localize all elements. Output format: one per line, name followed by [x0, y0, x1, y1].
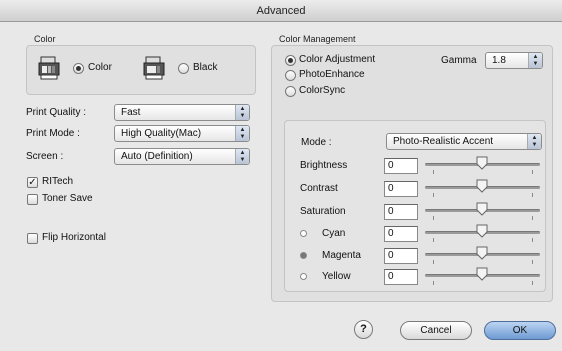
brightness-field[interactable]: 0	[384, 158, 418, 174]
slider-tick	[433, 170, 434, 174]
color-group-label: Color	[34, 34, 56, 44]
printer-black-icon	[143, 56, 165, 80]
gamma-popup[interactable]: 1.8 ▲ ▼	[485, 52, 543, 69]
ritech-label: RITech	[42, 176, 74, 187]
mode-value: Photo-Realistic Accent	[393, 136, 494, 147]
color-management-label: Color Management	[279, 34, 356, 44]
slider-tick	[433, 260, 434, 264]
slider-tick	[532, 170, 533, 174]
color-group-box	[26, 45, 256, 95]
yellow-dot-icon	[300, 273, 307, 280]
mode-popup[interactable]: Photo-Realistic Accent ▲ ▼	[386, 133, 542, 150]
photoenhance-label: PhotoEnhance	[299, 69, 365, 80]
popup-arrows-icon: ▲ ▼	[527, 134, 541, 149]
slider-tick	[433, 193, 434, 197]
saturation-field[interactable]: 0	[384, 204, 418, 220]
saturation-slider-thumb[interactable]	[476, 202, 488, 216]
print-mode-value: High Quality(Mac)	[121, 128, 202, 139]
brightness-slider-thumb[interactable]	[476, 156, 488, 170]
help-icon[interactable]: ?	[354, 320, 373, 339]
slider-tick	[532, 281, 533, 285]
color-adjustment-label: Color Adjustment	[299, 54, 376, 65]
cyan-label: Cyan	[322, 228, 346, 239]
colorsync-radio[interactable]	[285, 86, 296, 97]
yellow-field[interactable]: 0	[384, 269, 418, 285]
popup-arrows-icon: ▲ ▼	[235, 126, 249, 141]
popup-arrows-icon: ▲ ▼	[235, 149, 249, 164]
brightness-label: Brightness	[300, 160, 348, 171]
magenta-dot-icon	[300, 252, 307, 259]
cyan-field[interactable]: 0	[384, 226, 418, 242]
toner-save-checkbox[interactable]	[27, 194, 38, 205]
screen-popup[interactable]: Auto (Definition) ▲ ▼	[114, 148, 250, 165]
contrast-slider-thumb[interactable]	[476, 179, 488, 193]
color-radio-label: Color	[88, 62, 112, 73]
window-title: Advanced	[0, 0, 562, 22]
slider-tick	[433, 238, 434, 242]
contrast-field[interactable]: 0	[384, 181, 418, 197]
black-radio[interactable]	[178, 63, 189, 74]
print-quality-value: Fast	[121, 107, 141, 118]
magenta-label: Magenta	[322, 250, 361, 261]
cancel-button[interactable]: Cancel	[400, 321, 472, 340]
popup-arrows-icon: ▲ ▼	[528, 53, 542, 68]
color-adjustment-radio[interactable]	[285, 55, 296, 66]
magenta-field[interactable]: 0	[384, 248, 418, 264]
slider-tick	[532, 238, 533, 242]
slider-tick	[532, 260, 533, 264]
color-radio[interactable]	[73, 63, 84, 74]
print-mode-popup[interactable]: High Quality(Mac) ▲ ▼	[114, 125, 250, 142]
slider-tick	[433, 216, 434, 220]
print-quality-label: Print Quality :	[26, 107, 87, 118]
gamma-value: 1.8	[492, 55, 506, 66]
saturation-label: Saturation	[300, 206, 346, 217]
colorsync-label: ColorSync	[299, 85, 346, 96]
ritech-checkbox[interactable]: ✓	[27, 177, 38, 188]
yellow-slider-thumb[interactable]	[476, 267, 488, 281]
magenta-slider-thumb[interactable]	[476, 246, 488, 260]
print-mode-label: Print Mode :	[26, 128, 80, 139]
screen-value: Auto (Definition)	[121, 151, 193, 162]
mode-label: Mode :	[301, 137, 332, 148]
print-quality-popup[interactable]: Fast ▲ ▼	[114, 104, 250, 121]
flip-horizontal-checkbox[interactable]	[27, 233, 38, 244]
photoenhance-radio[interactable]	[285, 70, 296, 81]
popup-arrows-icon: ▲ ▼	[235, 105, 249, 120]
gamma-label: Gamma	[441, 55, 477, 66]
cyan-slider-thumb[interactable]	[476, 224, 488, 238]
slider-tick	[433, 281, 434, 285]
cyan-dot-icon	[300, 230, 307, 237]
ok-button[interactable]: OK	[484, 321, 556, 340]
slider-tick	[532, 193, 533, 197]
slider-tick	[532, 216, 533, 220]
printer-color-icon	[38, 56, 60, 80]
screen-label: Screen :	[26, 151, 64, 162]
flip-horizontal-label: Flip Horizontal	[42, 232, 106, 243]
toner-save-label: Toner Save	[42, 193, 93, 204]
contrast-label: Contrast	[300, 183, 338, 194]
black-radio-label: Black	[193, 62, 218, 73]
yellow-label: Yellow	[322, 271, 351, 282]
